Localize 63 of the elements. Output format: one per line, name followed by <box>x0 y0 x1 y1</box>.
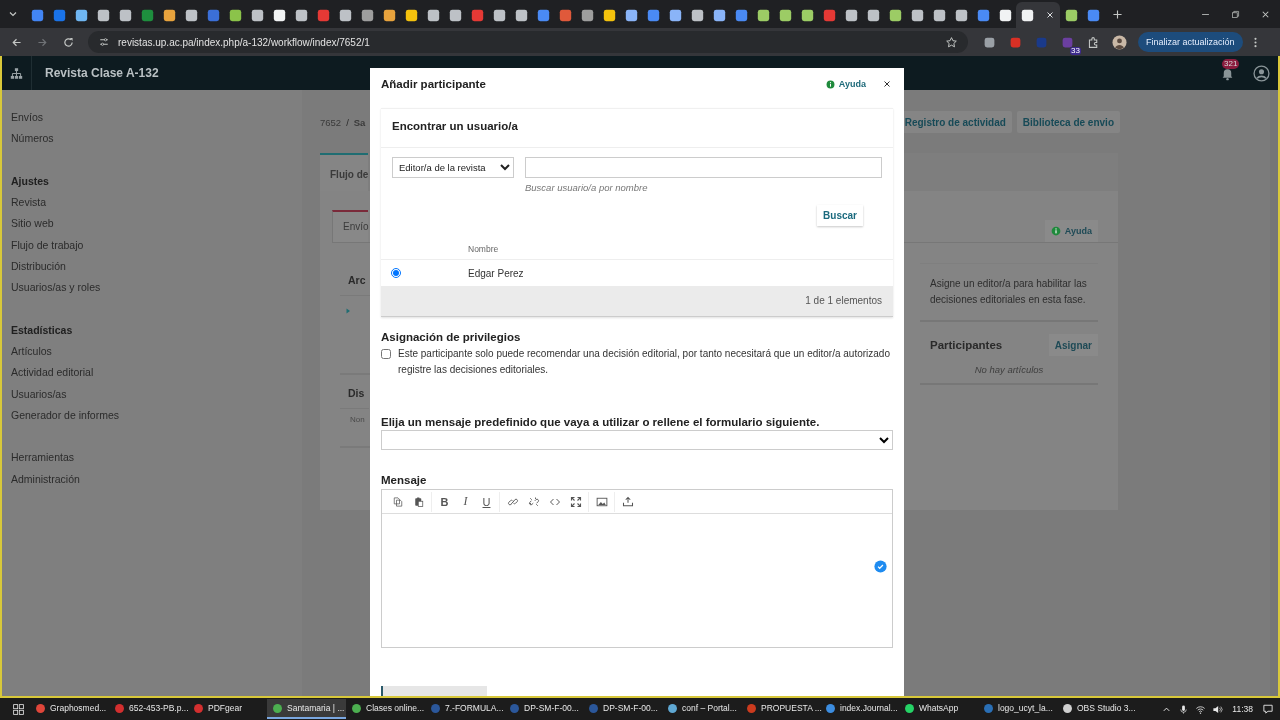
taskbar-item[interactable]: PROPUESTA ... <box>741 699 820 719</box>
notice-text: Asigne un editor/a para habilitar las decisiones editoriales en esta fase. <box>920 263 1098 322</box>
sidebar-item[interactable]: Números <box>11 131 302 153</box>
extension-button[interactable]: 33 <box>1056 31 1078 53</box>
taskbar-item[interactable]: conf – Portal... <box>662 699 741 719</box>
clock[interactable]: 11:38 <box>1232 704 1253 714</box>
participants-title: Participantes <box>930 339 1003 351</box>
taskbar-item[interactable]: index.Journal... <box>820 699 899 719</box>
underline-button[interactable]: U <box>476 491 497 512</box>
submission-id: 7652 <box>320 116 342 128</box>
sidebar-item[interactable]: Distribución <box>11 258 302 281</box>
table-footer: 1 de 1 elementos <box>381 286 893 317</box>
sidebar-item[interactable]: Actividad editorial <box>11 365 302 387</box>
section-title: Asignación de privilegios <box>381 331 522 343</box>
sidebar-item[interactable]: Generador de informes <box>11 407 302 430</box>
checkbox-label: Este participante solo puede recomendar una decisión editorial, por tanto necesitará que un editor/a autorizado registre las decisiones editoriales. <box>398 347 891 377</box>
bold-button[interactable]: B <box>434 491 455 512</box>
taskbar-item[interactable]: logo_ucyt_la... <box>978 699 1057 719</box>
sidebar-item[interactable]: Flujo de trabajo <box>11 237 302 259</box>
sidebar-item[interactable]: Sitio web <box>11 216 302 238</box>
submission-title: Sa <box>353 116 366 128</box>
taskbar-item[interactable]: PDFgear <box>188 699 267 719</box>
taskbar-item[interactable]: Santamaria | ... <box>267 699 346 719</box>
breadcrumb-separator: / <box>346 116 349 128</box>
url-text: revistas.up.ac.pa/index.php/a-132/workflow/index/7652/1 <box>118 36 370 48</box>
help-button[interactable]: Ayuda <box>825 79 866 89</box>
sidebar-heading[interactable]: Ajustes <box>11 173 302 195</box>
role-select[interactable]: Editor/a de la revista <box>392 157 514 178</box>
italic-button[interactable]: I <box>455 491 476 512</box>
sidebar-item[interactable]: Envíos <box>11 110 302 132</box>
notifications-button[interactable]: 321 <box>1210 56 1244 90</box>
notification-badge: 321 <box>1222 59 1240 69</box>
section-title: Dis <box>347 386 365 401</box>
sidebar-item[interactable]: Usuarios/as <box>11 386 302 408</box>
sidebar-heading[interactable]: Estadísticas <box>11 322 302 344</box>
section-title: Elija un mensaje predefinido que vaya a utilizar o rellene el formulario siguiente. <box>381 416 821 428</box>
taskbar-item[interactable]: DP-SM-F-00... <box>504 699 583 719</box>
address-bar[interactable]: revistas.up.ac.pa/index.php/a-132/workflow/index/7652/1 <box>88 31 968 53</box>
help-text: Buscar usuario/a por nombre <box>525 182 649 193</box>
taskbar-item[interactable]: 7.-FORMULA... <box>425 699 504 719</box>
section-title: Mensaje <box>381 474 428 486</box>
section-title: Arc <box>347 273 366 288</box>
taskbar-item[interactable]: Graphosmed... <box>30 699 109 719</box>
search-button[interactable]: Buscar <box>817 205 863 226</box>
column-header: Nombre <box>468 243 499 254</box>
table-cell: Edgar Perez <box>468 267 524 279</box>
column-header: Non <box>340 408 369 424</box>
taskbar-item[interactable]: Clases online... <box>346 699 425 719</box>
section-title: Encontrar un usuario/a <box>381 109 893 148</box>
sidebar-item[interactable]: Administración <box>11 471 302 494</box>
taskbar-item[interactable]: OBS Studio 3... <box>1057 699 1136 719</box>
journal-title[interactable]: Revista Clase A-132 <box>45 66 159 80</box>
extension-badge: 33 <box>1070 47 1081 55</box>
sidebar-item[interactable]: Usuarios/as y roles <box>11 280 302 302</box>
sidebar-item[interactable]: Herramientas <box>11 450 302 472</box>
update-button[interactable]: Finalizar actualización <box>1138 32 1243 52</box>
dialog-title: Añadir participante <box>381 78 487 90</box>
taskbar-item[interactable]: WhatsApp <box>899 699 978 719</box>
sidebar-item[interactable]: Artículos <box>11 343 302 366</box>
empty-text: No hay artículos <box>920 356 1098 385</box>
taskbar-item[interactable]: 652-453-PB.p... <box>109 699 188 719</box>
taskbar-item[interactable]: DP-SM-F-00... <box>583 699 662 719</box>
sidebar-item[interactable]: Revista <box>11 194 302 217</box>
